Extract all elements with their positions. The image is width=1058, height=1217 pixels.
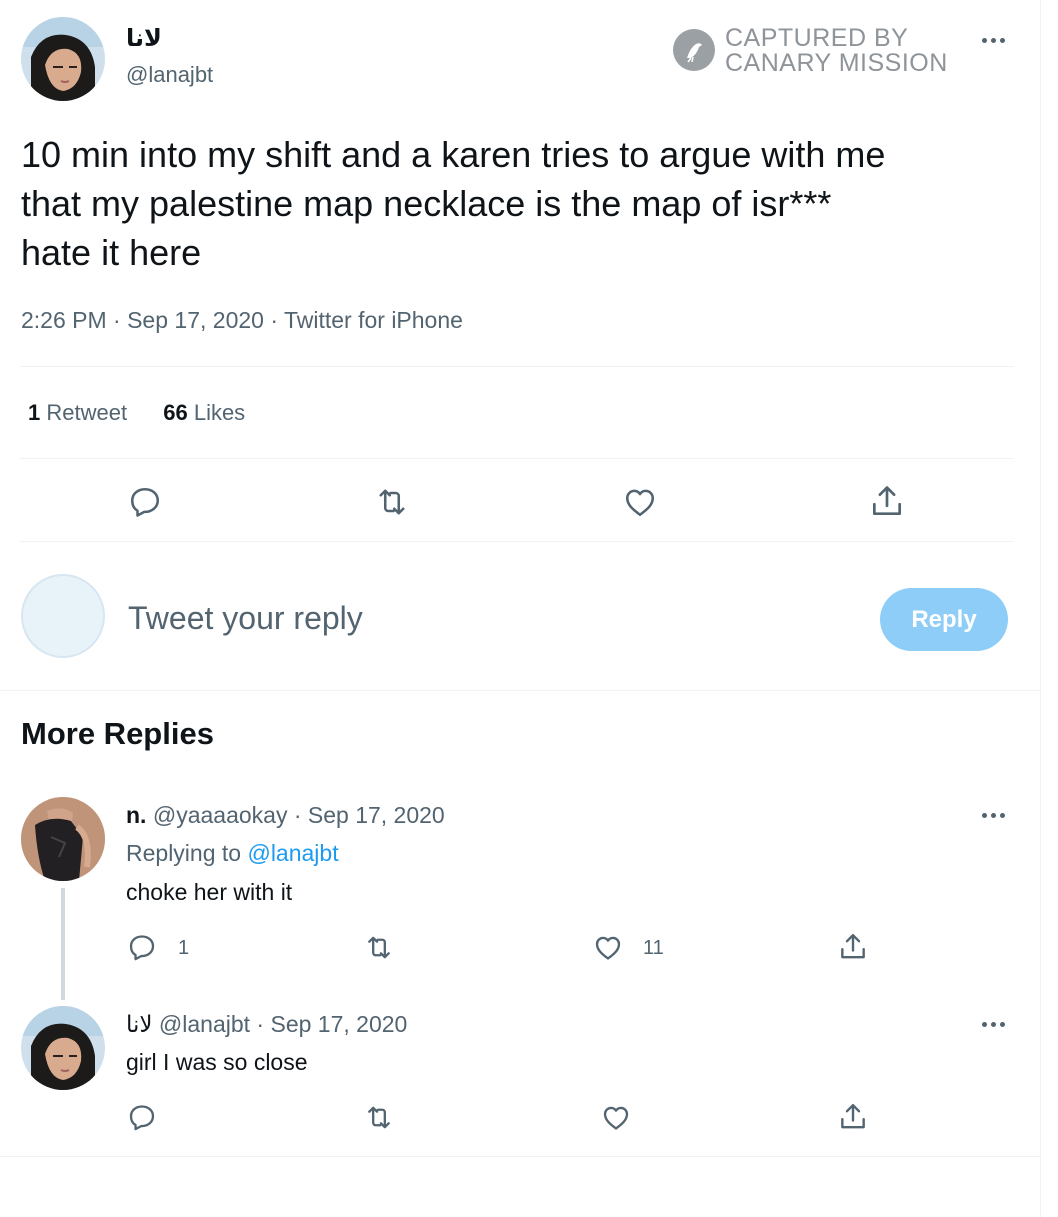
share-icon[interactable] [837,1100,869,1133]
divider [20,458,1014,459]
tweet-text-line: hate it here [21,232,202,273]
retweet-icon[interactable] [361,1102,397,1133]
replying-to-link[interactable]: @lanajbt [247,840,338,866]
author-display-name[interactable]: لانا [126,24,162,53]
reply-input[interactable]: Tweet your reply [128,590,828,650]
like-icon[interactable] [600,1102,632,1133]
canary-bird-icon [672,28,716,72]
reply-avatar[interactable] [21,797,105,881]
tweet-text-line: that my palestine map necklace is the ma… [21,183,832,224]
reply-display-name[interactable]: لانا [126,1011,153,1037]
right-border [1040,0,1041,1217]
retweets-count: 1 [28,400,41,425]
retweets-label: Retweet [46,400,128,425]
tweet-text-line: 10 min into my shift and a karen tries t… [21,134,886,175]
retweet-icon[interactable] [372,484,412,520]
likes-label: Likes [193,400,246,425]
reply-count: 1 [178,937,190,959]
section-divider [0,1156,1040,1157]
watermark-line2: CANARY MISSION [725,49,948,77]
tweet-text: 10 min into my shift and a karen tries t… [21,130,885,277]
likes-count: 66 [163,400,188,425]
replying-to-prefix: Replying to [126,840,242,866]
tweet-timestamp[interactable]: 2:26 PM · Sep 17, 2020 · Twitter for iPh… [21,307,463,334]
reply-icon[interactable] [126,1102,158,1133]
retweet-icon[interactable] [361,932,397,963]
like-icon[interactable] [592,932,624,963]
reply-button-label: Reply [911,606,977,633]
reply-handle-date[interactable]: @lanajbt · Sep 17, 2020 [159,1011,407,1037]
reply-text: choke her with it [126,879,293,905]
tweet-more-icon[interactable] [980,30,1010,50]
thread-line [61,888,65,1000]
author-avatar[interactable] [21,17,105,101]
reply-input-placeholder: Tweet your reply [128,600,363,636]
likes-stat[interactable]: 66 Likes [163,400,245,425]
retweets-stat[interactable]: 1 Retweet [28,400,133,425]
reply-button[interactable]: Reply [880,588,1008,651]
reply-text: girl I was so close [126,1049,308,1075]
more-replies-heading: More Replies [21,716,214,751]
like-count: 11 [643,937,664,959]
reply-display-name[interactable]: n. [126,802,146,828]
divider [20,541,1014,542]
share-icon[interactable] [837,930,869,963]
reply-header: n. @yaaaaokay · Sep 17, 2020 [126,802,445,829]
reply-avatar[interactable] [21,1006,105,1090]
tweet-stats: 1 Retweet 66 Likes [28,400,245,426]
reply-more-icon[interactable] [980,805,1010,825]
share-icon[interactable] [868,482,906,520]
author-handle[interactable]: @lanajbt [126,62,213,88]
replying-to: Replying to @lanajbt [126,840,339,867]
reply-icon[interactable] [126,484,164,520]
like-icon[interactable] [621,484,659,520]
reply-more-icon[interactable] [980,1014,1010,1034]
reply-icon[interactable] [126,932,158,963]
reply-handle-date[interactable]: @yaaaaokay · Sep 17, 2020 [153,802,445,828]
reply-header: لانا @lanajbt · Sep 17, 2020 [126,1011,407,1038]
divider [20,366,1014,367]
section-divider [0,690,1040,691]
canary-mission-watermark: CAPTURED BY CANARY MISSION [672,24,962,80]
my-avatar [21,574,105,658]
